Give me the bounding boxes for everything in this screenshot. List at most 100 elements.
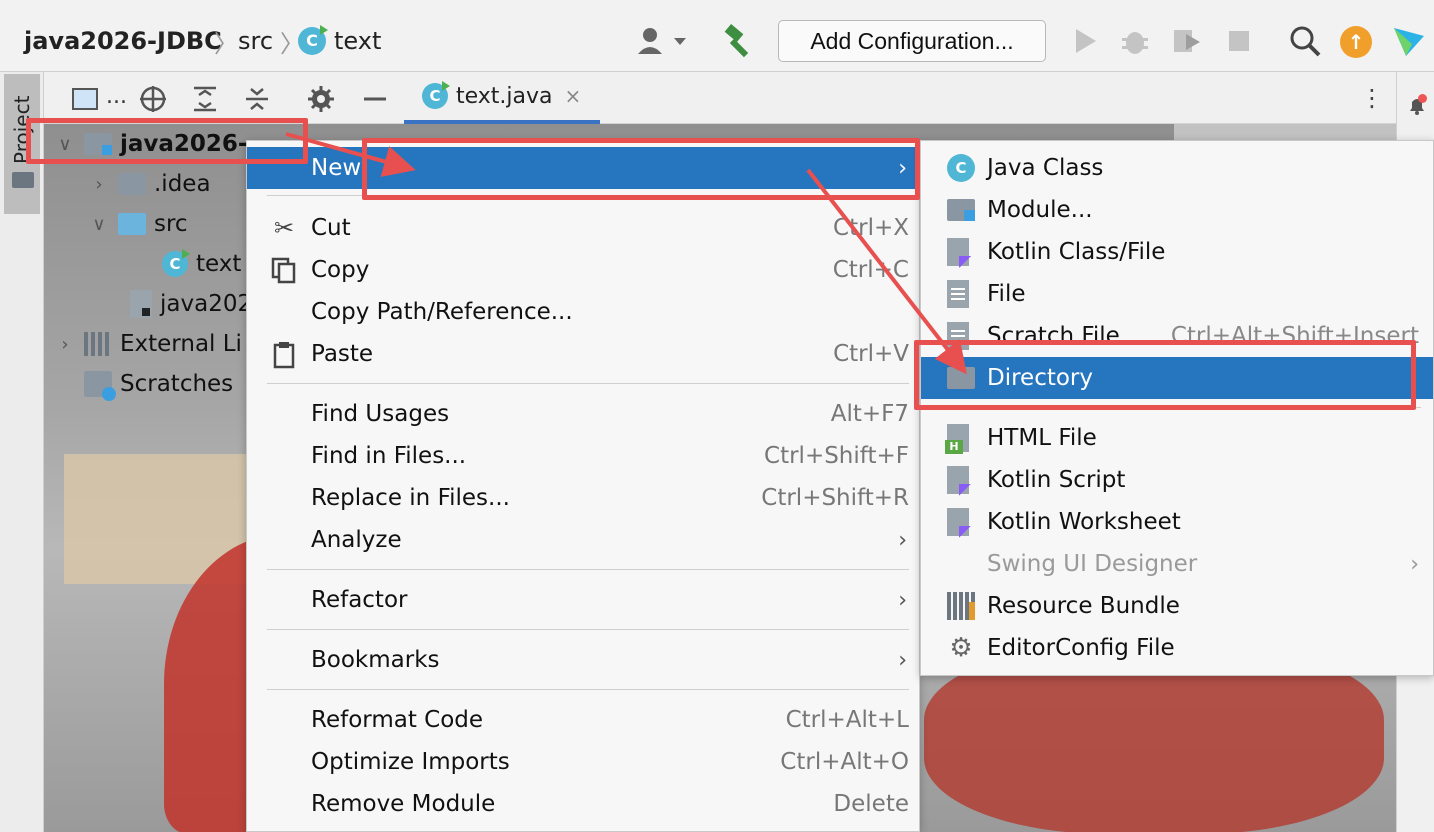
- file-icon: [947, 280, 969, 308]
- kotlin-file-icon: [947, 238, 971, 268]
- submenu-item-kotlin-class[interactable]: Kotlin Class/File: [921, 231, 1433, 273]
- submenu-item-label: HTML File: [987, 425, 1097, 451]
- breadcrumb-src-label: src: [238, 27, 274, 55]
- submenu-item-label: Swing UI Designer: [987, 551, 1198, 577]
- scissors-icon: ✂: [273, 214, 295, 242]
- update-icon[interactable]: ↑: [1340, 26, 1372, 58]
- tree-item-label: java202: [160, 291, 253, 317]
- chevron-down-icon[interactable]: ∨: [88, 214, 110, 235]
- submenu-item-kotlin-script[interactable]: Kotlin Script: [921, 459, 1433, 501]
- folder-icon: [12, 172, 34, 188]
- submenu-item-swing-ui-designer[interactable]: Swing UI Designer ›: [921, 543, 1433, 585]
- tree-item-external-libraries[interactable]: › External Li: [54, 326, 242, 362]
- copy-icon: [269, 255, 299, 285]
- gear-icon: ⚙: [949, 633, 973, 663]
- menu-item-shortcut: Ctrl+X: [833, 215, 909, 241]
- java-class-icon: C: [947, 154, 975, 182]
- submenu-item-resource-bundle[interactable]: Resource Bundle: [921, 585, 1433, 627]
- debug-icon[interactable]: [1118, 24, 1152, 58]
- chevron-right-icon[interactable]: ›: [54, 334, 76, 355]
- html-file-icon: [945, 424, 969, 454]
- collapse-all-icon[interactable]: [242, 84, 272, 114]
- close-icon[interactable]: ×: [565, 84, 582, 108]
- breadcrumb-file-label: text: [334, 27, 382, 55]
- stop-icon[interactable]: [1222, 24, 1256, 58]
- submenu-item-module[interactable]: Module...: [921, 189, 1433, 231]
- chevron-right-icon: ›: [898, 587, 907, 613]
- menu-item-shortcut: Ctrl+Shift+F: [764, 443, 909, 469]
- gear-icon[interactable]: [306, 84, 336, 114]
- more-options-icon[interactable]: ⋮: [1360, 84, 1384, 112]
- add-configuration-button[interactable]: Add Configuration...: [778, 20, 1046, 62]
- java-class-icon: C: [162, 249, 190, 277]
- tree-item-label: External Li: [120, 331, 242, 357]
- project-view-dropdown[interactable]: ...: [106, 84, 127, 109]
- menu-item-shortcut: Ctrl+Alt+O: [780, 749, 909, 775]
- menu-item-label: Analyze: [311, 527, 402, 553]
- breadcrumb-project[interactable]: java2026-JDBC: [24, 24, 222, 58]
- menu-item-shortcut: Ctrl+Alt+L: [785, 707, 909, 733]
- menu-item-label: Find in Files...: [311, 443, 467, 469]
- tree-item-label: .idea: [154, 171, 211, 197]
- breadcrumb-file[interactable]: C text: [298, 24, 381, 58]
- run-with-coverage-icon[interactable]: [1168, 24, 1202, 58]
- submenu-item-label: File: [987, 281, 1026, 307]
- menu-item-find-usages[interactable]: Find Usages Alt+F7: [247, 393, 921, 435]
- menu-item-label: Bookmarks: [311, 647, 440, 673]
- menu-item-remove-module[interactable]: Remove Module Delete: [247, 783, 921, 825]
- library-icon: [84, 332, 112, 356]
- search-icon[interactable]: [1288, 24, 1322, 58]
- breadcrumb-src[interactable]: src: [238, 24, 273, 58]
- menu-item-optimize-imports[interactable]: Optimize Imports Ctrl+Alt+O: [247, 741, 921, 783]
- submenu-item-editorconfig-file[interactable]: ⚙ EditorConfig File: [921, 627, 1433, 669]
- submenu-item-file[interactable]: File: [921, 273, 1433, 315]
- tree-item-scratches[interactable]: Scratches: [84, 366, 233, 402]
- submenu-item-label: EditorConfig File: [987, 635, 1175, 661]
- menu-item-shortcut: Ctrl+C: [832, 257, 909, 283]
- menu-item-paste[interactable]: Paste Ctrl+V: [247, 333, 921, 375]
- submenu-item-kotlin-worksheet[interactable]: Kotlin Worksheet: [921, 501, 1433, 543]
- hide-panel-icon[interactable]: [360, 84, 390, 114]
- expand-all-icon[interactable]: [190, 84, 220, 114]
- submenu-item-label: Kotlin Class/File: [987, 239, 1166, 265]
- clipboard-icon: [269, 339, 299, 369]
- submenu-item-html-file[interactable]: HTML File: [921, 417, 1433, 459]
- tree-item-text[interactable]: C text: [162, 246, 241, 282]
- module-icon: [947, 199, 975, 221]
- menu-item-shortcut: Alt+F7: [830, 401, 909, 427]
- menu-item-shortcut: Ctrl+V: [833, 341, 909, 367]
- menu-item-copy[interactable]: Copy Ctrl+C: [247, 249, 921, 291]
- build-hammer-icon[interactable]: [722, 24, 756, 58]
- chevron-right-icon[interactable]: ›: [88, 174, 110, 195]
- submenu-item-label: Kotlin Worksheet: [987, 509, 1181, 535]
- run-icon[interactable]: [1068, 24, 1102, 58]
- select-window-icon[interactable]: [72, 88, 98, 110]
- menu-item-reformat-code[interactable]: Reformat Code Ctrl+Alt+L: [247, 699, 921, 741]
- menu-separator: [267, 383, 909, 384]
- tree-item-iml[interactable]: java202: [130, 286, 252, 322]
- tree-item-idea[interactable]: › .idea: [88, 166, 211, 202]
- tree-item-src[interactable]: ∨ src: [88, 206, 187, 242]
- menu-item-find-in-files[interactable]: Find in Files... Ctrl+Shift+F: [247, 435, 921, 477]
- menu-item-replace-in-files[interactable]: Replace in Files... Ctrl+Shift+R: [247, 477, 921, 519]
- folder-icon: [118, 173, 146, 195]
- menu-item-copy-path[interactable]: Copy Path/Reference...: [247, 291, 921, 333]
- tree-item-label: text: [196, 251, 242, 277]
- menu-item-label: Paste: [311, 341, 374, 367]
- breadcrumb-separator: 〉: [214, 29, 238, 58]
- menu-item-bookmarks[interactable]: Bookmarks ›: [247, 639, 921, 681]
- toolbox-logo-icon[interactable]: [1392, 24, 1426, 58]
- resource-bundle-icon: [947, 592, 975, 620]
- menu-item-label: Remove Module: [311, 791, 496, 817]
- submenu-item-java-class[interactable]: C Java Class: [921, 147, 1433, 189]
- annotation-box-directory: [914, 340, 1416, 410]
- submenu-item-label: Kotlin Script: [987, 467, 1126, 493]
- tab-text-java[interactable]: C text.java ×: [404, 72, 600, 124]
- user-account-icon[interactable]: [636, 26, 692, 56]
- menu-item-analyze[interactable]: Analyze ›: [247, 519, 921, 561]
- menu-item-label: Optimize Imports: [311, 749, 510, 775]
- select-opened-file-icon[interactable]: [138, 84, 168, 114]
- submenu-item-label: Module...: [987, 197, 1093, 223]
- menu-item-cut[interactable]: ✂ Cut Ctrl+X: [247, 207, 921, 249]
- menu-item-refactor[interactable]: Refactor ›: [247, 579, 921, 621]
